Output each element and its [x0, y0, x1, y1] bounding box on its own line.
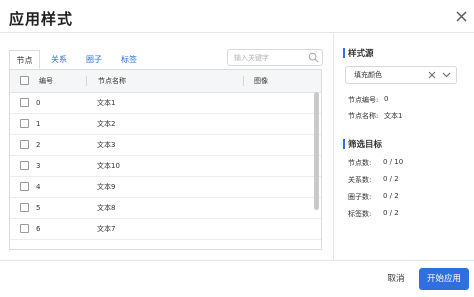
- row-name: 文本2: [97, 120, 116, 128]
- search-box: [227, 49, 323, 66]
- style-source-title: 样式源: [348, 49, 374, 59]
- row-id: 5: [36, 204, 41, 212]
- row-checkbox[interactable]: [20, 161, 29, 170]
- panel-divider: [333, 33, 334, 260]
- select-all-checkbox[interactable]: [20, 76, 29, 85]
- table-row[interactable]: 1 文本2: [10, 114, 321, 135]
- node-name-label: 节点名称:: [348, 112, 379, 120]
- tab-circles[interactable]: 圈子: [80, 50, 108, 70]
- dialog-title: 应用样式: [9, 10, 74, 28]
- circle-count-value: 0 / 2: [383, 192, 399, 200]
- tab-relations[interactable]: 关系: [45, 50, 73, 70]
- select-value: 填充颜色: [354, 71, 382, 79]
- tab-tags[interactable]: 标签: [115, 50, 143, 70]
- relation-count-value: 0 / 2: [383, 175, 399, 183]
- row-checkbox[interactable]: [20, 224, 29, 233]
- row-id: 0: [36, 99, 41, 107]
- row-name: 文本9: [97, 183, 116, 191]
- row-name: 文本8: [97, 204, 116, 212]
- table-row[interactable]: 3 文本10: [10, 156, 321, 177]
- tag-count-label: 标签数:: [348, 210, 372, 218]
- search-input[interactable]: [234, 51, 304, 64]
- row-id: 1: [36, 120, 41, 128]
- chevron-down-icon[interactable]: [442, 72, 451, 78]
- table-row[interactable]: 4 文本9: [10, 177, 321, 198]
- row-id: 4: [36, 183, 41, 191]
- node-id-label: 节点编号:: [348, 96, 379, 104]
- row-checkbox[interactable]: [20, 98, 29, 107]
- tag-count-value: 0 / 2: [383, 209, 399, 217]
- column-separator: [243, 76, 244, 86]
- table-row[interactable]: 2 文本3: [10, 135, 321, 156]
- start-apply-button[interactable]: 开始应用: [419, 268, 469, 290]
- row-checkbox[interactable]: [20, 119, 29, 128]
- table-row[interactable]: 6 文本7: [10, 219, 321, 240]
- table-row[interactable]: 0 文本1: [10, 93, 321, 114]
- relation-count-label: 关系数:: [348, 176, 372, 184]
- circle-count-label: 圈子数:: [348, 193, 372, 201]
- search-icon[interactable]: [308, 52, 319, 63]
- close-icon[interactable]: [455, 10, 468, 23]
- column-header-id: 编号: [39, 77, 53, 85]
- node-table: 编号 节点名称 图像 0 文本1 1 文本2 2 文本3 3 文本10 4 文本…: [9, 69, 322, 250]
- node-id-value: 0: [384, 95, 389, 103]
- clear-icon[interactable]: [428, 71, 436, 79]
- row-id: 3: [36, 162, 41, 170]
- row-name: 文本1: [97, 99, 116, 107]
- node-count-value: 0 / 10: [383, 158, 404, 166]
- row-id: 6: [36, 225, 41, 233]
- section-accent-bar: [343, 48, 345, 58]
- row-checkbox[interactable]: [20, 182, 29, 191]
- row-checkbox[interactable]: [20, 203, 29, 212]
- row-name: 文本7: [97, 225, 116, 233]
- style-source-select[interactable]: 填充颜色: [345, 66, 457, 84]
- header-divider: [0, 32, 474, 33]
- footer-divider: [0, 260, 474, 261]
- table-header: 编号 节点名称 图像: [10, 70, 321, 93]
- table-row[interactable]: 5 文本8: [10, 198, 321, 219]
- column-separator: [86, 76, 87, 86]
- row-name: 文本10: [97, 162, 120, 170]
- node-count-label: 节点数:: [348, 159, 372, 167]
- column-header-name: 节点名称: [98, 77, 126, 85]
- node-name-value: 文本1: [384, 112, 403, 120]
- cancel-button[interactable]: 取消: [377, 268, 415, 290]
- row-id: 2: [36, 141, 41, 149]
- tab-nodes[interactable]: 节点: [9, 50, 40, 69]
- row-name: 文本3: [97, 141, 116, 149]
- section-accent-bar: [343, 139, 345, 149]
- filter-target-title: 筛选目标: [348, 140, 383, 150]
- table-scrollbar[interactable]: [314, 92, 319, 210]
- row-checkbox[interactable]: [20, 140, 29, 149]
- column-header-image: 图像: [254, 77, 268, 85]
